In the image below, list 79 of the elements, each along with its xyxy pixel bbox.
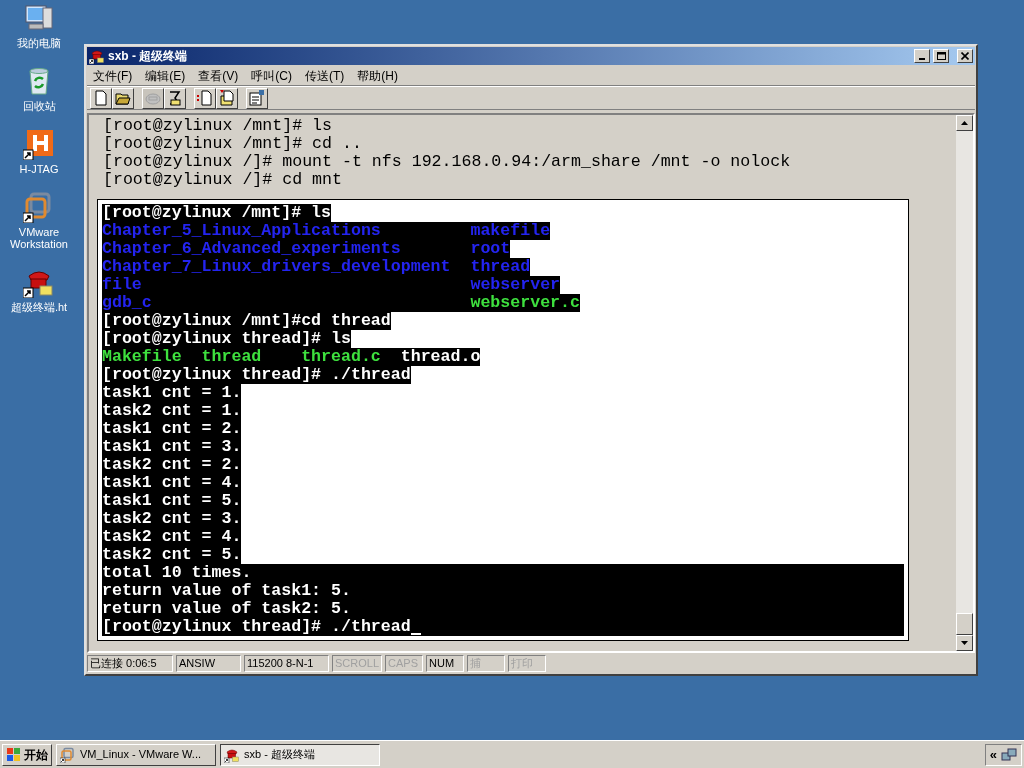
- close-icon: [961, 52, 969, 60]
- terminal-text: [root@zylinux /mnt]#cd thread: [102, 312, 391, 330]
- terminal-text: [root@zylinux /mnt]# ls: [102, 204, 332, 222]
- maximize-button[interactable]: [933, 49, 949, 63]
- minimize-button[interactable]: [914, 49, 930, 63]
- terminal-text: [root@zylinux thread]# ls: [102, 330, 351, 348]
- terminal-text: task2 cnt = 5.: [102, 546, 242, 564]
- taskbar-button[interactable]: sxb - 超级终端: [220, 743, 380, 766]
- menu-item[interactable]: 呼叫(C): [251, 66, 292, 85]
- minimize-icon: [919, 57, 925, 60]
- app-icon: [23, 128, 55, 160]
- terminal-text: task2 cnt = 3.: [102, 510, 242, 528]
- menu-item[interactable]: 帮助(H): [357, 66, 398, 85]
- window-title: sxb - 超级终端: [108, 48, 188, 65]
- terminal-line: [root@zylinux /]# mount -t nfs 192.168.0.94:/arm_share /mnt -o nolock: [103, 153, 792, 171]
- status-field: 115200 8-N-1: [244, 655, 329, 672]
- terminal-text: return value of task1: 5.: [102, 582, 351, 600]
- document-icon: [92, 89, 110, 107]
- terminal-text: Makefile: [102, 348, 183, 366]
- terminal-text: thread: [201, 348, 263, 366]
- terminal-text: root: [470, 240, 511, 258]
- terminal-text: task2 cnt = 2.: [102, 456, 242, 474]
- terminal-text: task1 cnt = 4.: [102, 474, 242, 492]
- document-icon: [196, 89, 214, 107]
- status-field: 已连接 0:06:5: [87, 655, 173, 672]
- menu-item[interactable]: 编辑(E): [145, 66, 186, 85]
- terminal-text: Chapter_6_Advanced_experiments: [102, 240, 402, 258]
- terminal-text: thread.c: [301, 348, 382, 366]
- terminal-text: file: [102, 276, 143, 294]
- terminal-text: total 10 times.: [102, 564, 252, 582]
- terminal-text: task1 cnt = 1.: [102, 384, 242, 402]
- terminal-text: [root@zylinux thread]# ./thread: [102, 618, 411, 636]
- terminal-text: webserver.c: [470, 294, 580, 312]
- terminal-text: webserver: [470, 276, 561, 294]
- terminal-line: [root@zylinux /]# cd mnt: [103, 171, 343, 189]
- terminal-text: task2 cnt = 4.: [102, 528, 242, 546]
- close-button[interactable]: [957, 49, 973, 63]
- terminal-text: return value of task2: 5.: [102, 600, 351, 618]
- desktop-icon-label[interactable]: H-JTAG: [19, 163, 59, 175]
- desktop-icon-label[interactable]: 我的电脑: [17, 37, 61, 49]
- terminal-text: [root@zylinux thread]# ./thread: [102, 366, 411, 384]
- toolbar-button[interactable]: [194, 87, 216, 109]
- maximize-icon: [936, 52, 946, 60]
- tray-toggle[interactable]: «: [989, 748, 997, 761]
- app-icon: [60, 746, 76, 763]
- scroll-down-icon: [961, 641, 968, 645]
- terminal-text: task2 cnt = 1.: [102, 402, 242, 420]
- scrollbar-thumb[interactable]: [956, 613, 973, 635]
- start-button[interactable]: 开始: [2, 743, 52, 766]
- terminal-text: task1 cnt = 2.: [102, 420, 242, 438]
- menu-item[interactable]: 传送(T): [305, 66, 345, 85]
- status-field: NUM: [426, 655, 465, 672]
- status-field: ANSIW: [176, 655, 241, 672]
- menu-item[interactable]: 查看(V): [198, 66, 239, 85]
- desktop-icon-label[interactable]: 超级终端.ht: [10, 301, 68, 313]
- desktop-icon-label[interactable]: 回收站: [22, 100, 56, 112]
- network-icon: [1001, 746, 1017, 763]
- properties-icon: [248, 89, 266, 107]
- terminal-text: task1 cnt = 5.: [102, 492, 242, 510]
- terminal-text: task1 cnt = 3.: [102, 438, 242, 456]
- taskbar-button[interactable]: VM_Linux - VMware W...: [56, 743, 216, 766]
- toolbar-button[interactable]: [246, 87, 268, 109]
- menu-item[interactable]: 文件(F): [93, 66, 133, 85]
- toolbar-button[interactable]: [112, 87, 134, 109]
- folder-icon: [218, 89, 236, 107]
- terminal-text: makefile: [470, 222, 551, 240]
- toolbar-button[interactable]: [216, 87, 238, 109]
- scroll-up-icon: [961, 121, 968, 125]
- terminal-text: Chapter_7_Linux_drivers_development: [102, 258, 452, 276]
- terminal-line: [root@zylinux /mnt]# ls: [103, 117, 334, 135]
- terminal-text: gdb_c: [102, 294, 153, 312]
- toolbar-button[interactable]: [90, 87, 112, 109]
- desktop-icon-label[interactable]: VMware Workstation: [0, 226, 78, 250]
- scrollbar[interactable]: [956, 115, 973, 651]
- terminal-text: Chapter_5_Linux_Applications: [102, 222, 382, 240]
- terminal-line: [root@zylinux /mnt]# cd ..: [103, 135, 363, 153]
- windows-logo-icon: [6, 746, 22, 763]
- terminal-text: thread.o: [400, 348, 481, 366]
- terminal-text: thread: [470, 258, 531, 276]
